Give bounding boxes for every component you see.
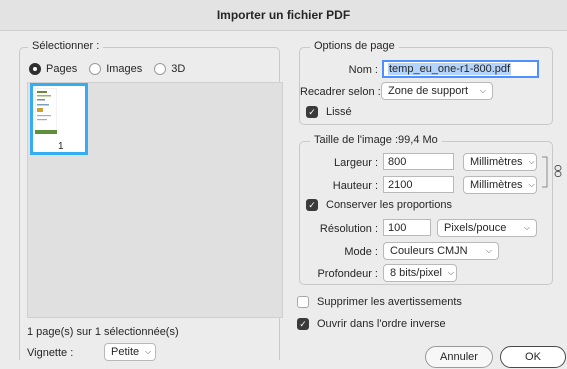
width-input-value: 800: [388, 155, 407, 168]
vignette-label: Vignette :: [27, 347, 74, 359]
resolution-unit-select[interactable]: Pixels/pouce ⌵: [437, 219, 537, 237]
image-size-legend: Taille de l'image :99,4 Mo: [310, 134, 442, 146]
height-input-value: 2100: [388, 178, 413, 191]
constrain-label[interactable]: Conserver les proportions: [326, 199, 452, 211]
depth-label: Profondeur :: [317, 268, 378, 280]
select-legend: Sélectionner :: [28, 40, 104, 52]
page-thumbnail[interactable]: 1: [30, 83, 88, 155]
dialog-title: Importer un fichier PDF: [216, 8, 351, 22]
constrain-checkbox[interactable]: ✓: [306, 199, 318, 211]
page-options-legend: Options de page: [310, 40, 399, 52]
reverse-order-option[interactable]: ✓ Ouvrir dans l'ordre inverse: [297, 318, 446, 330]
resolution-unit-value: Pixels/pouce: [444, 222, 507, 234]
depth-select-value: 8 bits/pixel: [390, 267, 442, 279]
smooth-checkbox[interactable]: ✓: [306, 106, 318, 118]
radio-images[interactable]: [89, 63, 102, 75]
crop-label: Recadrer selon :: [300, 86, 381, 98]
chevron-down-icon: ⌵: [528, 180, 535, 189]
vignette-select-value: Petite: [111, 346, 140, 358]
width-label: Largeur :: [333, 157, 378, 169]
crop-select-value: Zone de support: [388, 85, 469, 97]
name-input-value: temp_eu_one-r1-800.pdf: [388, 63, 512, 75]
name-label: Nom :: [348, 64, 378, 76]
chain-link-icon[interactable]: [554, 165, 562, 177]
selection-status: 1 page(s) sur 1 sélectionnée(s): [27, 326, 179, 338]
mode-label: Mode :: [344, 246, 378, 258]
height-label: Hauteur :: [332, 180, 378, 192]
resolution-input-value: 100: [388, 221, 407, 234]
depth-select[interactable]: 8 bits/pixel ⌵: [383, 264, 457, 282]
smooth-label[interactable]: Lissé: [326, 106, 352, 118]
page-thumbnail-image: [35, 88, 57, 134]
radio-3d-label[interactable]: 3D: [171, 63, 185, 75]
ok-button[interactable]: OK: [500, 346, 566, 368]
vignette-select[interactable]: Petite ⌵: [104, 343, 156, 361]
chevron-down-icon: ⌵: [145, 347, 152, 356]
resolution-input[interactable]: 100: [383, 219, 431, 236]
chevron-down-icon: ⌵: [523, 223, 530, 232]
mode-select[interactable]: Couleurs CMJN ⌵: [383, 242, 499, 260]
suppress-warnings-checkbox[interactable]: [297, 296, 309, 308]
radio-pages[interactable]: [29, 63, 41, 75]
mode-select-value: Couleurs CMJN: [390, 245, 468, 257]
page-thumbnail-number: 1: [58, 141, 64, 152]
width-unit-select[interactable]: Millimètres ⌵: [463, 153, 537, 171]
resolution-label: Résolution :: [319, 223, 378, 235]
reverse-order-checkbox[interactable]: ✓: [297, 318, 309, 330]
chevron-down-icon: ⌵: [528, 157, 535, 166]
width-unit-value: Millimètres: [470, 156, 523, 168]
chevron-down-icon: ⌵: [479, 86, 486, 95]
cancel-button[interactable]: Annuler: [425, 346, 493, 368]
radio-pages-label[interactable]: Pages: [46, 63, 77, 75]
crop-select[interactable]: Zone de support ⌵: [381, 82, 493, 100]
height-unit-value: Millimètres: [470, 179, 523, 191]
select-radio-group: Pages Images 3D: [29, 62, 197, 76]
radio-images-label[interactable]: Images: [106, 63, 142, 75]
title-bar: Importer un fichier PDF: [0, 0, 567, 31]
height-unit-select[interactable]: Millimètres ⌵: [463, 176, 537, 194]
suppress-warnings-label[interactable]: Supprimer les avertissements: [317, 296, 462, 308]
height-input[interactable]: 2100: [383, 176, 454, 193]
chevron-down-icon: ⌵: [485, 246, 492, 255]
suppress-warnings-option[interactable]: Supprimer les avertissements: [297, 296, 462, 308]
width-input[interactable]: 800: [383, 153, 454, 170]
radio-3d[interactable]: [154, 63, 167, 75]
chevron-down-icon: ⌵: [447, 268, 455, 277]
name-input[interactable]: temp_eu_one-r1-800.pdf: [382, 60, 539, 78]
constrain-option[interactable]: ✓ Conserver les proportions: [306, 199, 452, 211]
reverse-order-label[interactable]: Ouvrir dans l'ordre inverse: [317, 318, 446, 330]
smooth-option[interactable]: ✓ Lissé: [306, 106, 352, 118]
